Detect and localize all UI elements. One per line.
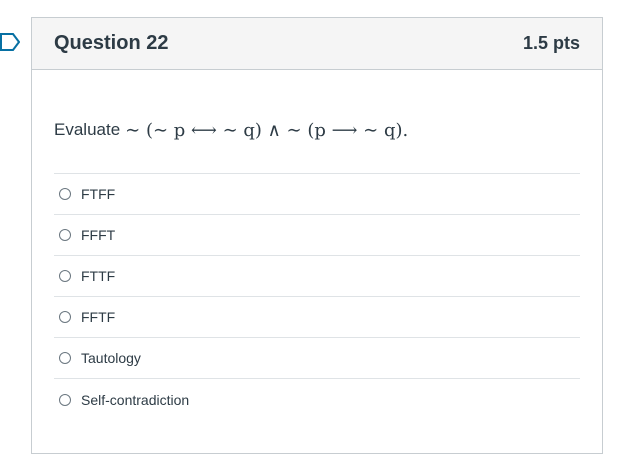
radio-icon[interactable] xyxy=(59,270,71,282)
question-prefix: Evaluate xyxy=(54,120,121,139)
answer-option[interactable]: Self-contradiction xyxy=(54,379,580,420)
answer-list: FTFF FFFT FTTF FFTF Tautology Self-contr… xyxy=(54,173,580,420)
answer-label[interactable]: Tautology xyxy=(81,350,141,366)
question-header: Question 22 1.5 pts xyxy=(32,18,602,70)
answer-label[interactable]: FTTF xyxy=(81,268,115,284)
question-formula: ∼ (∼ p ⟷ ∼ q) ∧ ∼ (p ⟶ ∼ q). xyxy=(125,119,409,141)
answer-option[interactable]: FTTF xyxy=(54,256,580,297)
answer-label[interactable]: FTFF xyxy=(81,186,115,202)
radio-icon[interactable] xyxy=(59,188,71,200)
answer-option[interactable]: FFFT xyxy=(54,215,580,256)
radio-icon[interactable] xyxy=(59,393,71,406)
answer-option[interactable]: FFTF xyxy=(54,297,580,338)
answer-label[interactable]: Self-contradiction xyxy=(81,392,189,408)
flag-marker-icon[interactable] xyxy=(0,33,20,51)
question-points: 1.5 pts xyxy=(522,33,580,53)
answer-option[interactable]: Tautology xyxy=(54,338,580,379)
radio-icon[interactable] xyxy=(59,229,71,241)
answer-label[interactable]: FFFT xyxy=(81,227,115,243)
question-text: Evaluate ∼ (∼ p ⟷ ∼ q) ∧ ∼ (p ⟶ ∼ q). xyxy=(54,112,580,148)
answer-label[interactable]: FFTF xyxy=(81,309,115,325)
answer-option[interactable]: FTFF xyxy=(54,174,580,215)
radio-icon[interactable] xyxy=(59,352,71,364)
question-title: Question 22 xyxy=(54,32,169,54)
question-body: Evaluate ∼ (∼ p ⟷ ∼ q) ∧ ∼ (p ⟶ ∼ q). FT… xyxy=(32,112,602,420)
question-card: Question 22 1.5 pts Evaluate ∼ (∼ p ⟷ ∼ … xyxy=(31,17,603,454)
radio-icon[interactable] xyxy=(59,311,71,323)
